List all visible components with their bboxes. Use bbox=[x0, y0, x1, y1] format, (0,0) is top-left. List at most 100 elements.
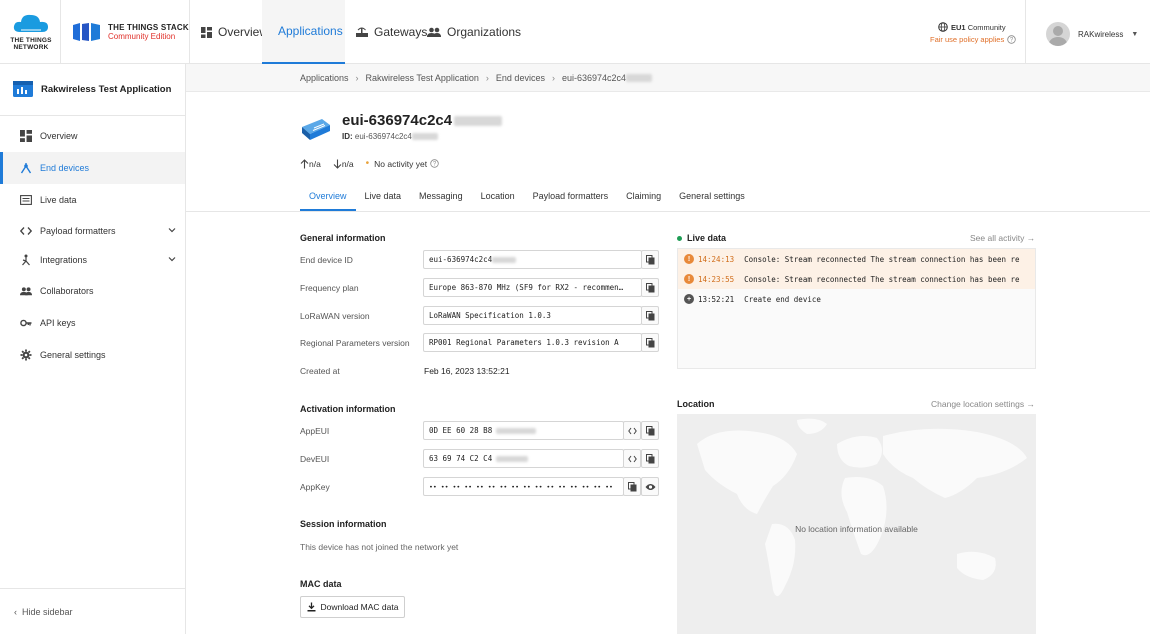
copy-button[interactable] bbox=[641, 333, 659, 352]
redacted-text bbox=[492, 256, 517, 263]
event-row[interactable]: ! 14:23:55 Console: Stream reconnected T… bbox=[678, 269, 1035, 289]
event-row[interactable]: ! 14:24:13 Console: Stream reconnected T… bbox=[678, 249, 1035, 269]
top-header: THE THINGS NETWORK THE THINGS STACK Comm… bbox=[0, 0, 1150, 64]
frequency-plan-field[interactable]: Europe 863-870 MHz (SF9 for RX2 - recomm… bbox=[423, 278, 642, 297]
field-value: LoRaWAN Specification 1.0.3 bbox=[429, 311, 551, 320]
show-key-button[interactable] bbox=[641, 477, 659, 496]
nav-applications[interactable]: Applications bbox=[262, 0, 345, 64]
divider bbox=[60, 0, 61, 64]
location-map[interactable]: No location information available bbox=[677, 414, 1036, 634]
cluster-selector[interactable]: EU1 Community Fair use policy applies ? bbox=[930, 22, 1016, 44]
ttn-logo-line-2: NETWORK bbox=[13, 44, 49, 51]
see-all-activity-link[interactable]: See all activity → bbox=[970, 233, 1035, 243]
ttn-logo[interactable]: THE THINGS NETWORK bbox=[10, 12, 52, 51]
tab-location[interactable]: Location bbox=[472, 184, 524, 211]
event-row[interactable]: + 13:52:21 Create end device bbox=[678, 289, 1035, 309]
sidebar-app-header[interactable]: Rakwireless Test Application bbox=[0, 64, 185, 116]
app-name: Rakwireless Test Application bbox=[41, 84, 172, 95]
chevron-left-icon: ‹ bbox=[14, 606, 17, 617]
toggle-byte-order-button[interactable] bbox=[623, 421, 641, 440]
field-value: •• •• •• •• •• •• •• •• •• •• •• •• •• •… bbox=[429, 482, 613, 491]
cluster-label: Community bbox=[967, 22, 1006, 32]
copy-button[interactable] bbox=[641, 250, 659, 269]
tab-payload-formatters[interactable]: Payload formatters bbox=[524, 184, 618, 211]
live-data-title: Live data bbox=[677, 233, 726, 243]
stack-logo[interactable]: THE THINGS STACK Community Edition bbox=[72, 22, 189, 42]
copy-button[interactable] bbox=[623, 477, 641, 496]
breadcrumb-applications[interactable]: Applications bbox=[300, 73, 349, 83]
field-label-regional-parameters: Regional Parameters version bbox=[300, 338, 410, 348]
sidebar-item-label: Collaborators bbox=[40, 286, 94, 296]
add-icon: + bbox=[684, 294, 694, 304]
tab-messaging[interactable]: Messaging bbox=[410, 184, 472, 211]
status-dot-icon: • bbox=[365, 158, 370, 169]
sidebar-item-label: API keys bbox=[40, 318, 76, 328]
nav-organizations[interactable]: Organizations bbox=[417, 0, 531, 64]
hide-sidebar-label: Hide sidebar bbox=[22, 606, 73, 617]
activity-status: • No activity yet ? bbox=[366, 158, 439, 169]
lorawan-version-field[interactable]: LoRaWAN Specification 1.0.3 bbox=[423, 306, 642, 325]
breadcrumb-separator: › bbox=[551, 72, 555, 83]
field-label-lorawan-version: LoRaWAN version bbox=[300, 311, 370, 321]
field-label-end-device-id: End device ID bbox=[300, 255, 353, 265]
hide-sidebar-button[interactable]: ‹ Hide sidebar bbox=[0, 588, 185, 634]
mac-data-title: MAC data bbox=[300, 579, 342, 589]
general-info-title: General information bbox=[300, 233, 386, 243]
toggle-byte-order-button[interactable] bbox=[623, 449, 641, 468]
help-icon[interactable]: ? bbox=[1007, 35, 1016, 44]
nav-overview-label: Overview bbox=[218, 25, 269, 39]
breadcrumb-device: eui-636974c2c4 bbox=[561, 72, 627, 83]
tab-live-data[interactable]: Live data bbox=[356, 184, 411, 211]
location-title: Location bbox=[677, 399, 715, 409]
nav-applications-label: Applications bbox=[278, 24, 343, 38]
tab-overview[interactable]: Overview bbox=[300, 184, 356, 211]
devices-icon bbox=[20, 163, 32, 174]
breadcrumb-end-devices[interactable]: End devices bbox=[496, 73, 545, 83]
sidebar-item-collaborators[interactable]: Collaborators bbox=[0, 275, 185, 307]
field-value: Europe 863-870 MHz (SF9 for RX2 - recomm… bbox=[429, 283, 624, 292]
tab-claiming[interactable]: Claiming bbox=[617, 184, 670, 211]
sidebar-item-integrations[interactable]: Integrations bbox=[0, 244, 185, 276]
redacted-text bbox=[454, 116, 503, 127]
downlink-value: n/a bbox=[341, 158, 354, 169]
sidebar-item-live-data[interactable]: Live data bbox=[0, 184, 185, 216]
appeui-field[interactable]: 0D EE 60 28 B8 bbox=[423, 421, 624, 440]
chevron-down-icon bbox=[168, 257, 176, 262]
regional-parameters-field[interactable]: RP001 Regional Parameters 1.0.3 revision… bbox=[423, 333, 642, 352]
created-at-value: Feb 16, 2023 13:52:21 bbox=[424, 366, 510, 376]
copy-button[interactable] bbox=[641, 421, 659, 440]
end-device-id-field[interactable]: eui-636974c2c4 bbox=[423, 250, 642, 269]
tab-general-settings[interactable]: General settings bbox=[670, 184, 754, 211]
change-location-settings-link[interactable]: Change location settings → bbox=[931, 399, 1035, 409]
sidebar-item-end-devices[interactable]: End devices bbox=[0, 152, 185, 184]
uplink-value: n/a bbox=[309, 158, 321, 169]
breadcrumb-application[interactable]: Rakwireless Test Application bbox=[366, 73, 479, 83]
live-indicator-icon bbox=[677, 235, 682, 241]
device-id: ID: eui-636974c2c4 bbox=[342, 132, 438, 141]
divider bbox=[189, 0, 190, 64]
copy-button[interactable] bbox=[641, 449, 659, 468]
eye-icon bbox=[645, 483, 655, 490]
sidebar-item-api-keys[interactable]: API keys bbox=[0, 307, 185, 339]
sidebar-item-general-settings[interactable]: General settings bbox=[0, 339, 185, 371]
people-icon bbox=[427, 27, 441, 37]
session-info-title: Session information bbox=[300, 519, 387, 529]
deveui-field[interactable]: 63 69 74 C2 C4 bbox=[423, 449, 624, 468]
help-icon[interactable]: ? bbox=[430, 159, 439, 168]
grid-icon bbox=[20, 130, 32, 142]
sidebar-item-payload-formatters[interactable]: Payload formatters bbox=[0, 215, 185, 247]
copy-button[interactable] bbox=[641, 306, 659, 325]
sidebar-item-label: Overview bbox=[40, 131, 78, 141]
download-mac-data-button[interactable]: Download MAC data bbox=[300, 596, 405, 618]
copy-button[interactable] bbox=[641, 278, 659, 297]
field-label-appkey: AppKey bbox=[300, 482, 330, 492]
sidebar-item-overview[interactable]: Overview bbox=[0, 120, 185, 152]
arrow-down-icon bbox=[333, 159, 342, 169]
sidebar: Rakwireless Test Application Overview En… bbox=[0, 64, 186, 634]
event-time: 14:24:13 bbox=[698, 254, 735, 264]
fair-use-policy-link[interactable]: Fair use policy applies bbox=[930, 35, 1004, 44]
sidebar-item-label: Live data bbox=[40, 195, 77, 205]
user-menu[interactable]: RAKwireless ▼ bbox=[1046, 22, 1138, 46]
arrow-up-icon bbox=[300, 158, 309, 168]
appkey-field[interactable]: •• •• •• •• •• •• •• •• •• •• •• •• •• •… bbox=[423, 477, 624, 496]
